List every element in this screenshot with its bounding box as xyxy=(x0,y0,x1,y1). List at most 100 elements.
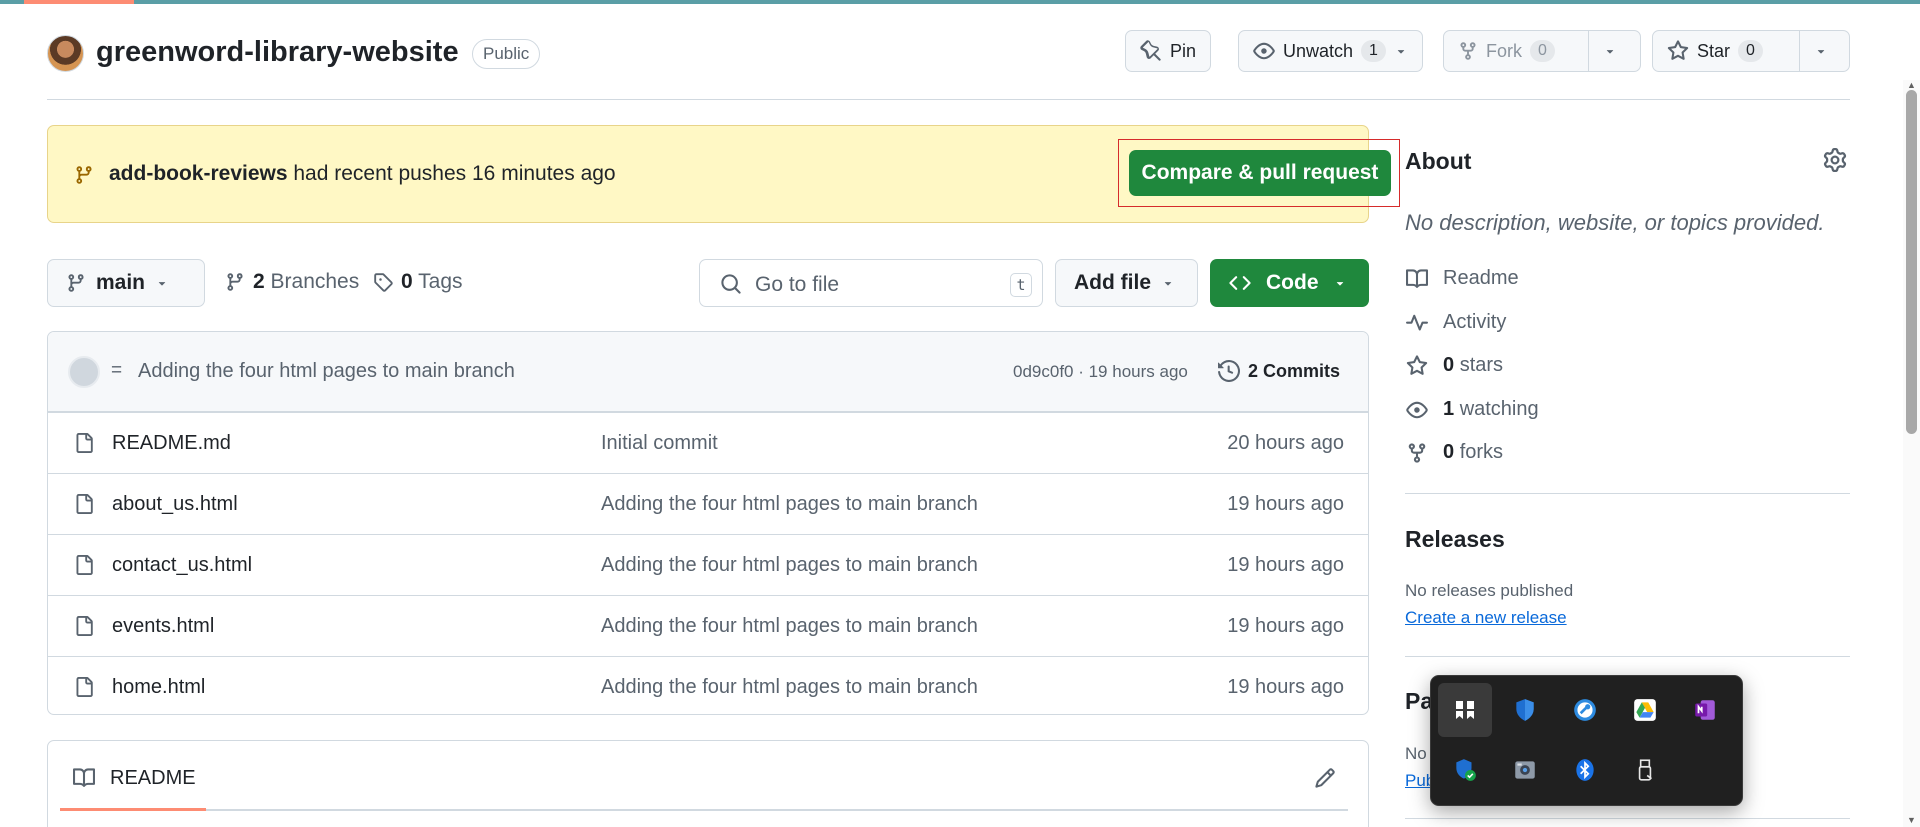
forks-label: forks xyxy=(1459,441,1504,463)
latest-commit-meta[interactable]: 0d9c0f0 · 19 hours ago xyxy=(1013,362,1188,382)
scrollbar-thumb[interactable] xyxy=(1906,90,1917,434)
file-commit-message[interactable]: Adding the four html pages to main branc… xyxy=(601,615,978,638)
file-name[interactable]: contact_us.html xyxy=(112,554,252,577)
book-icon xyxy=(1406,268,1429,288)
readme-link-label: Readme xyxy=(1443,267,1519,289)
unwatch-button[interactable]: Unwatch 1 xyxy=(1238,30,1423,72)
compare-pull-request-button[interactable]: Compare & pull request xyxy=(1129,150,1391,196)
bluetooth-icon[interactable] xyxy=(1558,743,1612,797)
pin-button[interactable]: Pin xyxy=(1125,30,1212,72)
search-placeholder: Go to file xyxy=(755,273,840,296)
scroll-up-arrow-icon[interactable]: ▲ xyxy=(1907,80,1916,90)
defender-icon[interactable] xyxy=(1498,683,1552,737)
search-icon xyxy=(721,274,741,294)
readme-tab-underline xyxy=(60,808,206,811)
onenote-icon[interactable] xyxy=(1678,683,1732,737)
pencil-icon[interactable] xyxy=(1314,767,1336,789)
file-name[interactable]: about_us.html xyxy=(112,493,238,516)
security-check-icon[interactable] xyxy=(1438,743,1492,797)
file-commit-time: 19 hours ago xyxy=(1227,676,1344,698)
fork-dropdown[interactable] xyxy=(1588,31,1631,71)
watch-counter: 1 xyxy=(1361,40,1386,62)
sidebar-divider xyxy=(1405,493,1850,494)
chevron-down-icon xyxy=(1606,50,1614,54)
eye-icon xyxy=(1253,42,1275,60)
readme-link[interactable]: Readme xyxy=(1405,267,1519,290)
branch-select-button[interactable]: main xyxy=(47,259,205,307)
star-button[interactable]: Star 0 xyxy=(1652,30,1850,72)
stars-label: stars xyxy=(1459,354,1504,376)
repo-header: greenword-library-website Public Pin Unw… xyxy=(47,30,1850,100)
chevron-down-icon xyxy=(1336,282,1343,286)
committer-avatar[interactable] xyxy=(68,356,100,388)
chevron-down-icon xyxy=(1817,50,1825,54)
usb-icon[interactable] xyxy=(1618,743,1672,797)
add-file-label: Add file xyxy=(1074,271,1151,294)
readme-divider xyxy=(206,809,1348,811)
file-commit-message[interactable]: Adding the four html pages to main branc… xyxy=(601,554,978,577)
packages-empty-text: No xyxy=(1405,744,1427,763)
history-icon xyxy=(1218,360,1240,382)
file-row[interactable]: events.html Adding the four html pages t… xyxy=(48,595,1368,656)
branch-icon xyxy=(68,274,84,292)
key-tool-icon[interactable] xyxy=(1558,683,1612,737)
star-counter: 0 xyxy=(1738,40,1763,62)
star-dropdown[interactable] xyxy=(1799,31,1842,71)
recent-push-banner: add-book-reviews had recent pushes 16 mi… xyxy=(47,125,1400,223)
fork-icon xyxy=(1460,42,1476,60)
banner-message: add-book-reviews had recent pushes 16 mi… xyxy=(109,162,616,186)
go-to-file-search[interactable]: Go to file t xyxy=(699,259,1043,307)
file-row[interactable]: README.md Initial commit 20 hours ago xyxy=(48,412,1368,473)
file-commit-message[interactable]: Adding the four html pages to main branc… xyxy=(601,493,978,516)
file-icon xyxy=(76,494,93,514)
packages-heading[interactable]: Pa xyxy=(1405,688,1433,715)
readme-tab[interactable]: README xyxy=(110,767,196,790)
add-file-button[interactable]: Add file xyxy=(1055,259,1198,307)
top-progress-accent xyxy=(24,0,134,4)
google-drive-icon[interactable] xyxy=(1618,683,1672,737)
readme-panel: README xyxy=(47,740,1369,827)
fork-button[interactable]: Fork 0 xyxy=(1443,30,1641,72)
gear-icon[interactable] xyxy=(1823,148,1847,172)
stars-count: 0 xyxy=(1443,354,1455,376)
file-commit-message[interactable]: Initial commit xyxy=(601,432,718,455)
file-name[interactable]: events.html xyxy=(112,615,214,638)
stars-link[interactable]: 0 stars xyxy=(1405,354,1503,377)
widget-icon[interactable] xyxy=(1438,683,1492,737)
file-name[interactable]: home.html xyxy=(112,676,205,699)
owner-avatar[interactable] xyxy=(47,35,84,72)
releases-heading[interactable]: Releases xyxy=(1405,526,1505,553)
file-row[interactable]: about_us.html Adding the four html pages… xyxy=(48,473,1368,534)
file-commit-message[interactable]: Adding the four html pages to main branc… xyxy=(601,676,978,699)
page-scrollbar[interactable]: ▲ ▼ xyxy=(1903,80,1920,827)
create-release-link[interactable]: Create a new release xyxy=(1405,608,1567,628)
file-row[interactable]: contact_us.html Adding the four html pag… xyxy=(48,534,1368,595)
fork-icon xyxy=(1408,442,1426,463)
branches-link[interactable]: 2 Branches xyxy=(225,270,359,294)
tag-icon xyxy=(374,273,393,292)
forks-link[interactable]: 0 forks xyxy=(1405,441,1503,464)
about-description: No description, website, or topics provi… xyxy=(1405,210,1825,235)
file-name[interactable]: README.md xyxy=(112,432,231,455)
book-icon xyxy=(73,768,96,787)
pulse-icon xyxy=(1406,314,1428,331)
banner-branch-name[interactable]: add-book-reviews xyxy=(109,162,288,185)
about-heading: About xyxy=(1405,148,1472,174)
watching-label: watching xyxy=(1459,398,1539,420)
repo-name[interactable]: greenword-library-website xyxy=(96,36,459,69)
visibility-badge: Public xyxy=(472,39,541,69)
watching-link[interactable]: 1 watching xyxy=(1405,398,1539,421)
branches-label: Branches xyxy=(264,270,360,293)
code-button[interactable]: Code xyxy=(1210,259,1369,307)
photo-app-icon[interactable] xyxy=(1498,743,1552,797)
scroll-down-arrow-icon[interactable]: ▼ xyxy=(1907,815,1916,825)
pin-icon xyxy=(1140,40,1161,61)
latest-commit-message[interactable]: Adding the four html pages to main branc… xyxy=(138,360,515,383)
file-icon xyxy=(76,433,93,453)
commits-link[interactable]: 2 Commits xyxy=(1218,360,1340,382)
tags-link[interactable]: 0 Tags xyxy=(373,270,463,294)
code-icon xyxy=(1229,276,1251,290)
star-icon xyxy=(1667,40,1689,60)
file-row[interactable]: home.html Adding the four html pages to … xyxy=(48,656,1368,714)
activity-link[interactable]: Activity xyxy=(1405,311,1506,334)
